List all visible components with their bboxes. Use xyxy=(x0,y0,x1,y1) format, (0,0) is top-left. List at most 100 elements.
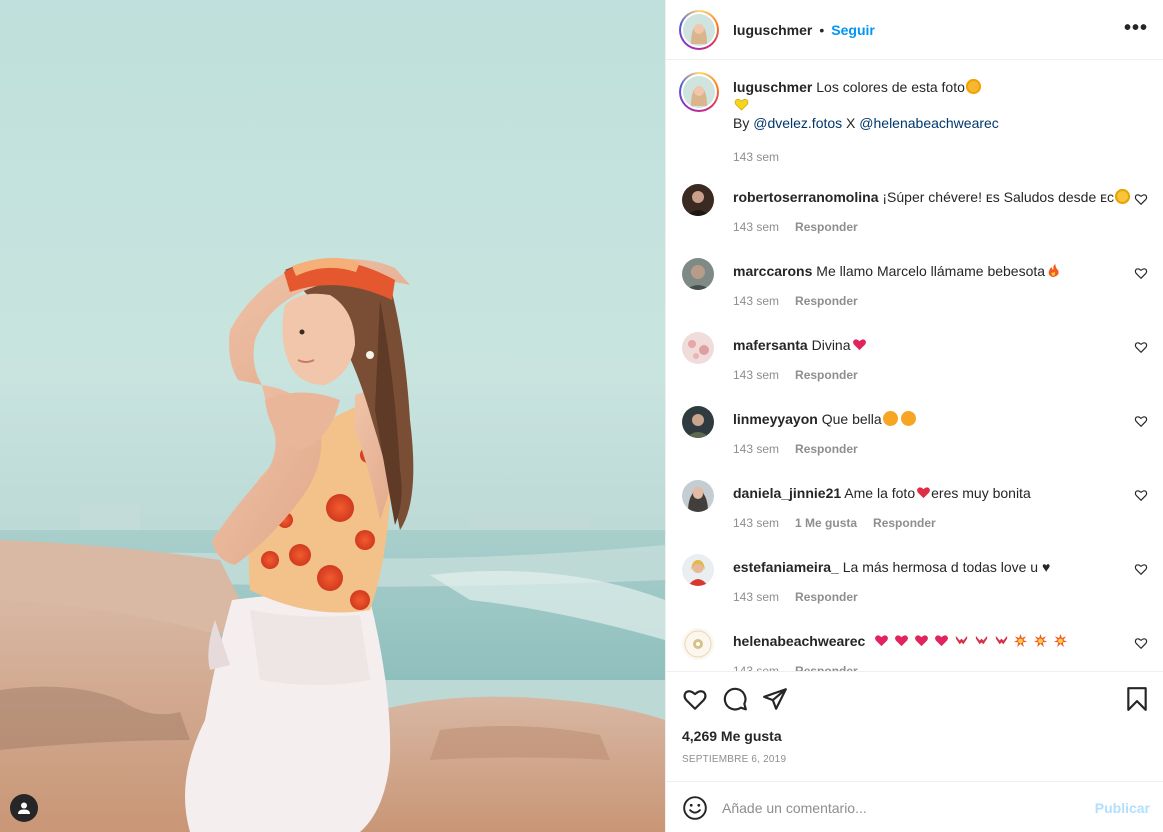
comment-username[interactable]: estefaniameira_ xyxy=(733,559,839,575)
comment-like-icon[interactable] xyxy=(1134,636,1148,650)
reply-button[interactable]: Responder xyxy=(795,662,858,671)
comment-time[interactable]: 143 sem xyxy=(733,662,779,671)
save-icon[interactable] xyxy=(1124,686,1150,712)
post-date[interactable]: SEPTIEMBRE 6, 2019 xyxy=(682,754,786,765)
caption-mention-photographer[interactable]: @dvelez.fotos xyxy=(753,115,842,131)
reply-button[interactable]: Responder xyxy=(795,588,858,606)
comment-text: La más hermosa d todas love u ♥ xyxy=(842,559,1051,575)
like-icon[interactable] xyxy=(682,686,708,712)
comment-username[interactable]: mafersanta xyxy=(733,337,808,353)
caption-by-label: By xyxy=(733,115,750,131)
caption-story-ring[interactable] xyxy=(679,72,719,112)
comment-input[interactable] xyxy=(722,794,1082,822)
tagged-users-button[interactable] xyxy=(10,794,38,822)
comment-username[interactable]: helenabeachwearec xyxy=(733,633,865,649)
publish-button[interactable]: Publicar xyxy=(1095,800,1150,816)
reply-button[interactable]: Responder xyxy=(795,366,858,384)
comment-like-icon[interactable] xyxy=(1134,562,1148,576)
comment-text: ¡Súper chévere! ᴇs Saludos desde ᴇᴄ xyxy=(882,189,1114,205)
comment-item: marccarons Me llamo Marcelo llámame bebe… xyxy=(682,258,1152,318)
collision-emoji-icon xyxy=(1013,633,1028,648)
heart-eyes-cat-emoji-icon xyxy=(882,411,898,426)
comment-item: mafersanta Divina 143 sem Responder xyxy=(682,332,1152,392)
caption-time[interactable]: 143 sem xyxy=(733,148,779,166)
comment-text: Me llamo Marcelo llámame bebesota xyxy=(816,263,1046,279)
comment-item: robertoserranomolina ¡Súper chévere! ᴇs … xyxy=(682,184,1152,244)
comment-username[interactable]: marccarons xyxy=(733,263,812,279)
comment-time[interactable]: 143 sem xyxy=(733,366,779,384)
comment-body: robertoserranomolina ¡Súper chévere! ᴇs … xyxy=(733,188,1130,236)
sparkling-heart-emoji-icon xyxy=(852,337,867,352)
author-username[interactable]: luguschmer xyxy=(733,22,812,38)
comment-username[interactable]: linmeyyayon xyxy=(733,411,818,427)
heart-eyes-cat-emoji-icon xyxy=(900,411,916,426)
commenter-avatar[interactable] xyxy=(682,406,714,438)
comment-body: mafersanta Divina 143 sem Responder xyxy=(733,336,1103,384)
fire-emoji-icon xyxy=(1046,263,1061,278)
post-photo[interactable] xyxy=(0,0,665,832)
instagram-post-view: luguschmer • Seguir ••• luguschmer Los c… xyxy=(0,0,1163,832)
comment-text: Divina xyxy=(811,337,851,353)
sparkling-heart-emoji-icon xyxy=(934,633,949,648)
follow-button[interactable]: Seguir xyxy=(831,22,875,38)
comment-likes-count[interactable]: 1 Me gusta xyxy=(795,514,857,532)
comment-time[interactable]: 143 sem xyxy=(733,588,779,606)
emoji-picker-icon[interactable] xyxy=(682,795,708,821)
comment-item: linmeyyayon Que bella 143 sem Responder xyxy=(682,406,1152,466)
caption-username[interactable]: luguschmer xyxy=(733,79,812,95)
commenter-avatar[interactable] xyxy=(682,258,714,290)
commenter-avatar[interactable] xyxy=(682,554,714,586)
beach-photo-image xyxy=(0,0,665,832)
comment-text-continued: eres muy bonita xyxy=(931,485,1031,501)
commenter-avatar[interactable] xyxy=(682,628,714,660)
comment-username[interactable]: daniela_jinnie21 xyxy=(733,485,841,501)
emoji-row xyxy=(873,633,1068,649)
comment-body: marccarons Me llamo Marcelo llámame bebe… xyxy=(733,262,1103,310)
comment-like-icon[interactable] xyxy=(1134,414,1148,428)
comment-time[interactable]: 143 sem xyxy=(733,292,779,310)
comment-body: estefaniameira_ La más hermosa d todas l… xyxy=(733,558,1103,606)
more-options-icon[interactable]: ••• xyxy=(1124,18,1148,38)
likes-count[interactable]: 4,269 Me gusta xyxy=(682,728,782,744)
comment-time[interactable]: 143 sem xyxy=(733,514,779,532)
comment-like-icon[interactable] xyxy=(1134,488,1148,502)
commenter-avatar[interactable] xyxy=(682,332,714,364)
commenter-avatar[interactable] xyxy=(682,480,714,512)
comment-time[interactable]: 143 sem xyxy=(733,218,779,236)
reply-button[interactable]: Responder xyxy=(795,218,858,236)
yellow-heart-emoji-icon xyxy=(734,97,749,112)
post-header: luguschmer • Seguir ••• xyxy=(666,0,1163,60)
caption-text: Los colores de esta foto xyxy=(816,79,965,95)
red-heart-emoji-icon xyxy=(916,485,931,500)
reply-button[interactable]: Responder xyxy=(873,514,936,532)
comment-like-icon[interactable] xyxy=(1134,192,1148,206)
comment-icon[interactable] xyxy=(722,686,748,712)
comment-like-icon[interactable] xyxy=(1134,266,1148,280)
comment-item: daniela_jinnie21 Ame la foto eres muy bo… xyxy=(682,480,1152,540)
comment-body: linmeyyayon Que bella 143 sem Responder xyxy=(733,410,1103,458)
heart-eyes-emoji-icon xyxy=(965,79,981,94)
story-ring[interactable] xyxy=(679,9,719,50)
comments-list[interactable]: luguschmer Los colores de esta foto By @… xyxy=(666,60,1163,671)
comment-like-icon[interactable] xyxy=(1134,340,1148,354)
reply-button[interactable]: Responder xyxy=(795,440,858,458)
comment-username[interactable]: robertoserranomolina xyxy=(733,189,878,205)
post-actions: 4,269 Me gusta SEPTIEMBRE 6, 2019 xyxy=(666,671,1163,781)
hugging-emoji-icon xyxy=(1115,189,1130,204)
bikini-emoji-icon xyxy=(954,633,969,648)
add-comment-bar: Publicar xyxy=(666,781,1163,832)
comment-text: Ame la foto xyxy=(844,485,916,501)
comment-time[interactable]: 143 sem xyxy=(733,440,779,458)
caption-body: luguschmer Los colores de esta foto By @… xyxy=(733,78,1133,166)
collision-emoji-icon xyxy=(1033,633,1048,648)
collision-emoji-icon xyxy=(1053,633,1068,648)
share-icon[interactable] xyxy=(762,686,788,712)
comment-body: helenabeachwearec 143 sem Responder xyxy=(733,632,1103,671)
caption-avatar xyxy=(683,76,715,108)
sparkling-heart-emoji-icon xyxy=(894,633,909,648)
author-avatar xyxy=(683,13,715,46)
reply-button[interactable]: Responder xyxy=(795,292,858,310)
caption-mention-brand[interactable]: @helenabeachwearec xyxy=(859,115,999,131)
commenter-avatar[interactable] xyxy=(682,184,714,216)
post-details-panel: luguschmer • Seguir ••• luguschmer Los c… xyxy=(665,0,1163,832)
